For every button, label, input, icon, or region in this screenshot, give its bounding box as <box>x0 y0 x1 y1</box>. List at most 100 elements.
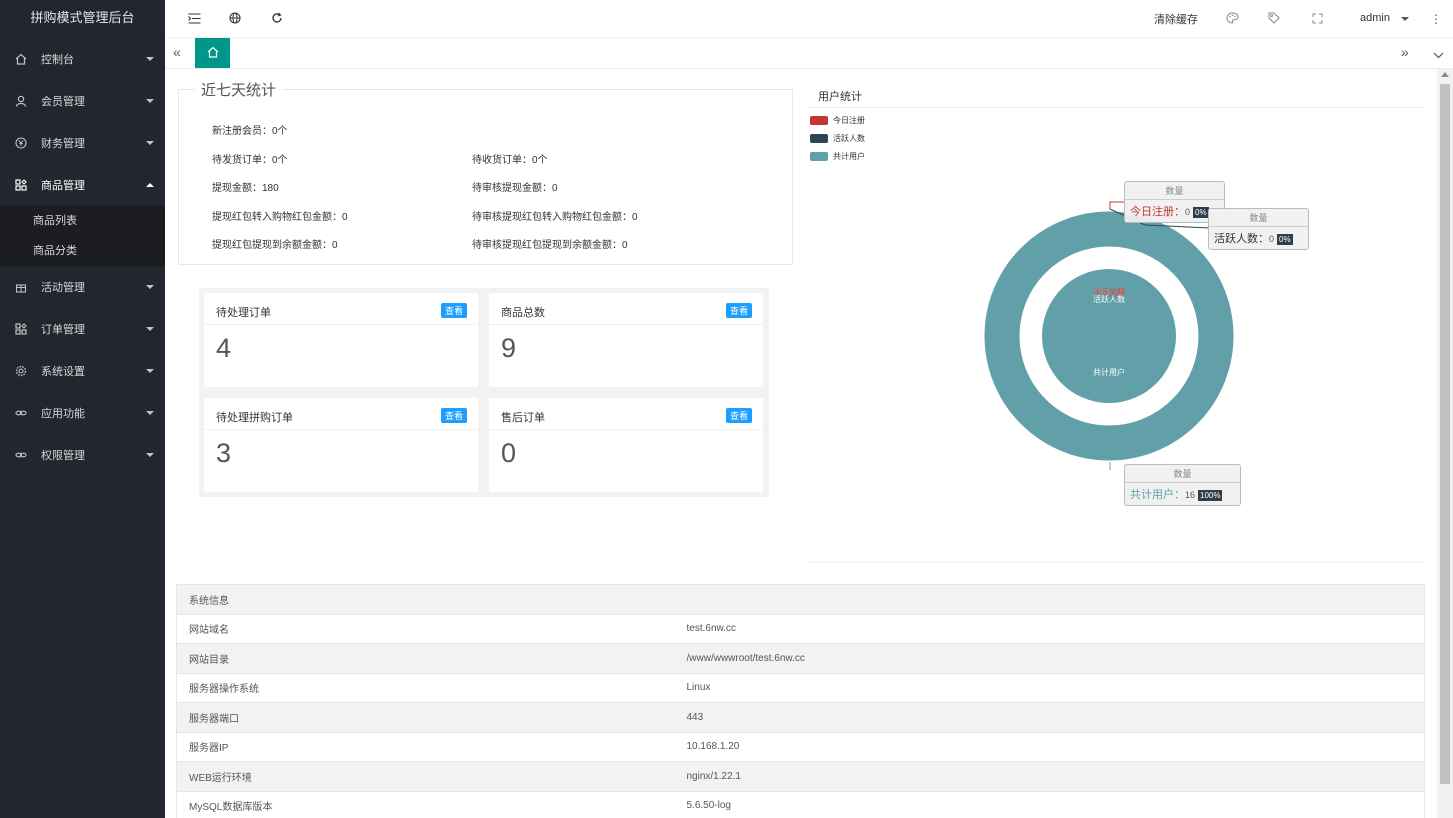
table-row: 服务器操作系统 Linux <box>176 672 1425 703</box>
sidebar-item-label: 财务管理 <box>41 138 85 150</box>
chevron-down-icon <box>146 285 154 289</box>
table-row: 服务器IP 10.168.1.20 <box>176 731 1425 762</box>
fullscreen-icon[interactable] <box>1310 11 1324 25</box>
yen-icon <box>15 137 27 149</box>
card-pending-orders: 待处理订单 查看 4 <box>204 293 478 387</box>
divider <box>808 562 1425 563</box>
app-icon <box>15 323 27 335</box>
table-row: 网站域名 test.6nw.cc <box>176 613 1425 644</box>
chevron-up-icon <box>146 183 154 187</box>
sidebar-item-members[interactable]: 会员管理 <box>0 80 165 122</box>
sidebar-item-apps[interactable]: 应用功能 <box>0 392 165 434</box>
gear-icon <box>15 365 27 377</box>
legend-swatch <box>810 134 828 143</box>
legend-swatch <box>810 152 828 161</box>
view-button[interactable]: 查看 <box>725 408 752 423</box>
tab-dropdown-icon[interactable] <box>1433 46 1444 62</box>
tab-prev-icon[interactable]: « <box>173 44 181 60</box>
seven-day-stats: 近七天统计 新注册会员：0个 待发货订单：0个 待收货订单：0个 提现金额：18… <box>178 79 793 265</box>
stat-redpacket-to-balance: 提现红包提现到余额金额：0 <box>212 240 338 251</box>
card-title: 待处理订单 <box>216 307 271 319</box>
tooltip-label: 今日注册： <box>1130 206 1185 218</box>
table-row: 服务器端口 443 <box>176 702 1425 732</box>
top-header: 清除缓存 admin ⋮ <box>165 0 1453 38</box>
card-pending-group-orders: 待处理拼购订单 查看 3 <box>204 398 478 492</box>
card-value: 0 <box>501 438 517 468</box>
scroll-up-icon[interactable] <box>1441 72 1449 77</box>
row-label: 网站域名 <box>176 613 675 644</box>
row-value: 5.6.50-log <box>674 790 1425 818</box>
legend-label: 共计用户 <box>833 152 865 161</box>
legend-item-active[interactable]: 活跃人数 <box>810 133 865 144</box>
theme-icon[interactable] <box>1225 11 1239 25</box>
link-icon <box>15 449 27 461</box>
products-subnav: 商品列表 商品分类 <box>0 206 165 266</box>
sidebar-subitem-product-list[interactable]: 商品列表 <box>0 206 165 236</box>
sidebar-item-label: 控制台 <box>41 54 74 66</box>
legend-label: 活跃人数 <box>833 134 865 143</box>
sidebar-item-permissions[interactable]: 权限管理 <box>0 434 165 476</box>
legend-item-today[interactable]: 今日注册 <box>810 115 865 126</box>
table-title: 系统信息 <box>176 584 1425 614</box>
app-icon <box>15 179 27 191</box>
tag-icon[interactable] <box>1267 11 1281 25</box>
sidebar-subitem-product-category[interactable]: 商品分类 <box>0 236 165 266</box>
refresh-icon[interactable] <box>270 11 284 25</box>
row-value: Linux <box>674 672 1425 703</box>
card-total-products: 商品总数 查看 9 <box>489 293 763 387</box>
stat-withdraw-amount: 提现金额：180 <box>212 183 279 194</box>
sidebar-item-finance[interactable]: 财务管理 <box>0 122 165 164</box>
stat-pending-withdraw: 待审核提现金额：0 <box>472 183 558 194</box>
sidebar-item-activities[interactable]: 活动管理 <box>0 266 165 308</box>
chevron-down-icon <box>1401 17 1409 21</box>
pie-label-total: 共计用户 <box>1093 367 1125 377</box>
sidebar-item-label: 订单管理 <box>41 324 85 336</box>
table-row: 网站目录/www/wwwroot/test.6nw.cc <box>176 643 1425 673</box>
table-row: WEB运行环境 nginx/1.22.1 <box>176 761 1425 791</box>
system-info-table: 系统信息 网站域名 test.6nw.cc 网站目录/www/wwwroot/te… <box>176 584 1425 818</box>
more-icon[interactable]: ⋮ <box>1430 12 1442 26</box>
row-label: 服务器IP <box>176 731 675 762</box>
tab-bar: « » <box>165 38 1453 69</box>
sidebar-item-console[interactable]: 控制台 <box>0 38 165 80</box>
stat-pending-receive: 待收货订单：0个 <box>472 155 548 166</box>
globe-icon[interactable] <box>228 11 242 25</box>
view-button[interactable]: 查看 <box>440 303 467 318</box>
tooltip-value: 0 <box>1269 234 1275 244</box>
row-label: 服务器操作系统 <box>176 672 675 703</box>
menu-toggle-icon[interactable] <box>187 11 201 25</box>
chevron-down-icon <box>146 369 154 373</box>
home-icon <box>207 46 219 61</box>
table-row: MySQL数据库版本 5.6.50-log <box>176 790 1425 818</box>
stat-pending-redpacket-to-balance: 待审核提现红包提现到余额金额：0 <box>472 240 628 251</box>
clear-cache-button[interactable]: 清除缓存 <box>1154 11 1198 27</box>
card-value: 4 <box>216 333 232 363</box>
card-value: 3 <box>216 438 232 468</box>
divider <box>808 107 1425 108</box>
view-button[interactable]: 查看 <box>725 303 752 318</box>
stat-pending-ship: 待发货订单：0个 <box>212 155 288 166</box>
summary-cards: 待处理订单 查看 4 商品总数 查看 9 待处理拼购订单 查看 3 售后订单 查看 0 <box>199 288 769 497</box>
tab-home[interactable] <box>195 38 230 68</box>
row-label: 网站目录 <box>176 643 675 673</box>
row-value: 443 <box>674 702 1425 732</box>
chevron-down-icon <box>146 57 154 61</box>
user-menu[interactable]: admin <box>1360 12 1390 24</box>
sidebar-item-settings[interactable]: 系统设置 <box>0 350 165 392</box>
chevron-down-icon <box>146 453 154 457</box>
row-value: /www/wwwroot/test.6nw.cc <box>674 643 1425 673</box>
sidebar-item-orders[interactable]: 订单管理 <box>0 308 165 350</box>
home-icon <box>15 53 27 65</box>
tooltip-value: 16 <box>1185 490 1196 500</box>
view-button[interactable]: 查看 <box>440 408 467 423</box>
sidebar-item-label: 会员管理 <box>41 96 85 108</box>
sidebar-item-products[interactable]: 商品管理 <box>0 164 165 206</box>
tooltip-percent: 0% <box>1277 234 1293 245</box>
sidebar: 拼购模式管理后台 控制台 会员管理 财务管理 商品管理 商品列表 商品分类 活动… <box>0 0 165 818</box>
chevron-down-icon <box>146 327 154 331</box>
card-value: 9 <box>501 333 517 363</box>
tab-next-icon[interactable]: » <box>1401 44 1409 60</box>
scrollbar-thumb[interactable] <box>1440 84 1450 784</box>
scrollbar[interactable] <box>1437 69 1453 818</box>
legend-item-total[interactable]: 共计用户 <box>810 151 865 162</box>
